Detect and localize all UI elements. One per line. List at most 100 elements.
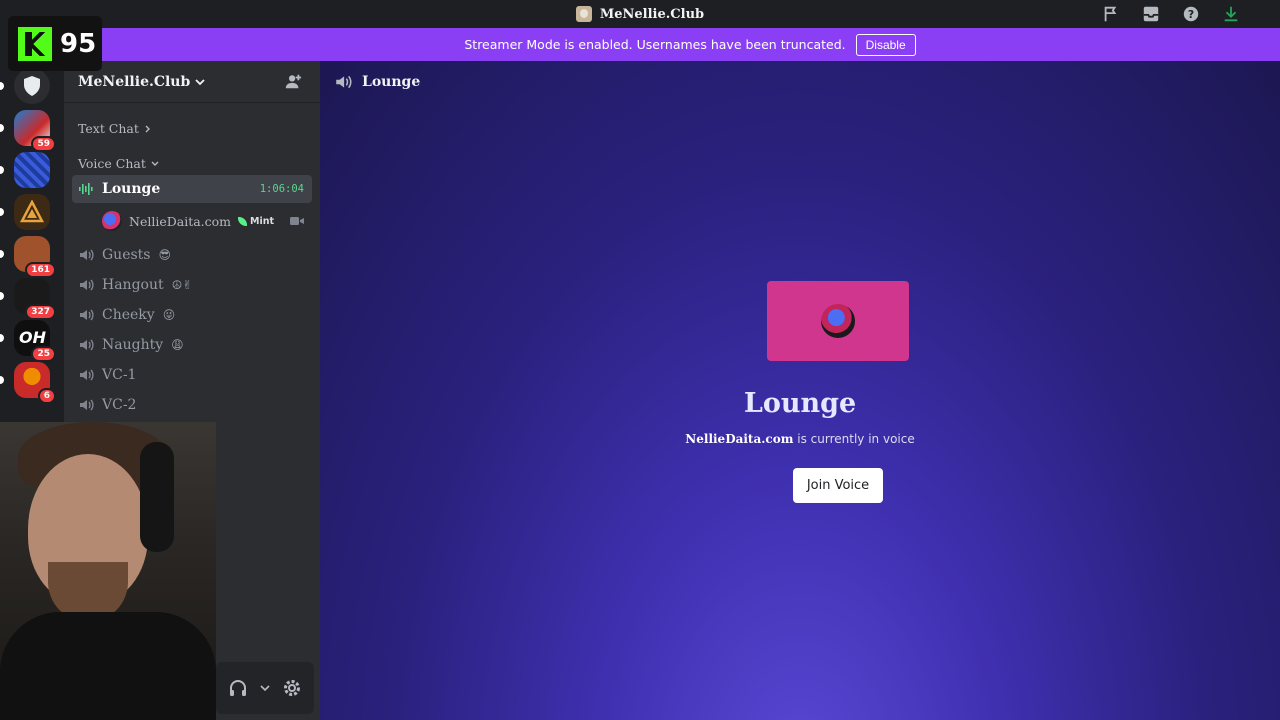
channel-name: VC-1 [102, 367, 137, 383]
voice-participant[interactable]: NellieDaita.com Mint [102, 209, 312, 233]
voice-channel[interactable]: Naughty 😩 [72, 331, 312, 359]
server-icon[interactable]: 161 [0, 236, 56, 278]
streamer-webcam [0, 422, 216, 720]
download-icon[interactable] [1222, 5, 1240, 23]
unread-indicator [0, 250, 4, 258]
server-name: MeNellie.Club [78, 73, 191, 90]
server-icon[interactable] [0, 68, 50, 104]
help-icon[interactable]: ? [1182, 5, 1200, 23]
chevron-right-icon [145, 125, 150, 132]
status-user: NellieDaita.com [685, 432, 794, 446]
voice-channel-lounge[interactable]: Lounge 1:06:04 [72, 175, 312, 203]
unread-indicator [0, 208, 4, 216]
channel-emoji: ☮✌ [171, 278, 193, 292]
speaker-icon [80, 309, 94, 321]
inbox-icon[interactable] [1142, 5, 1160, 23]
call-timer: 1:06:04 [259, 183, 304, 195]
channel-header: Lounge [320, 61, 1280, 103]
participant-card[interactable] [767, 281, 909, 361]
channel-name: Naughty [102, 337, 164, 353]
window-title: MeNellie.Club [0, 0, 1280, 28]
server-icon[interactable]: OH 25 [0, 320, 56, 362]
server-icon[interactable]: 327 [0, 278, 56, 320]
channel-name: VC-2 [102, 397, 137, 413]
shield-icon [24, 76, 40, 96]
channel-name: Guests [102, 247, 151, 263]
mention-badge: 59 [31, 136, 56, 152]
avatar [819, 302, 857, 340]
voice-channel[interactable]: Guests 😎 [72, 241, 312, 269]
gear-icon[interactable] [282, 678, 302, 698]
avatar [102, 211, 122, 231]
kick-viewer-overlay: 95 [8, 16, 102, 71]
user-panel [216, 662, 314, 714]
server-header[interactable]: MeNellie.Club [64, 61, 320, 103]
server-icon[interactable]: 6 [0, 362, 56, 404]
voice-channel[interactable]: VC-2 [72, 391, 312, 419]
unread-indicator [0, 124, 4, 132]
user-tag-label: Mint [250, 215, 275, 227]
participant-name: NellieDaita.com [129, 213, 232, 229]
category-text-chat[interactable]: Text Chat [78, 121, 152, 136]
server-icon[interactable] [0, 194, 50, 230]
mention-badge: 161 [25, 262, 56, 278]
headphones-icon [140, 442, 174, 552]
title-bar: MeNellie.Club ? [0, 0, 1280, 28]
invite-people-icon[interactable] [284, 73, 302, 91]
unread-indicator [0, 82, 4, 90]
triangle-logo-icon [20, 200, 44, 223]
headphones-icon[interactable] [228, 678, 248, 698]
mention-badge: 25 [31, 346, 56, 362]
server-icon[interactable]: 59 [0, 110, 56, 152]
unread-indicator [0, 376, 4, 384]
unread-indicator [0, 334, 4, 342]
window-title-text: MeNellie.Club [599, 6, 705, 22]
voice-channel-name: Lounge [743, 388, 857, 419]
channel-emoji: 😜 [162, 308, 176, 322]
voice-status: NellieDaita.com is currently in voice [320, 432, 1280, 446]
voice-channel[interactable]: Hangout ☮✌ [72, 271, 312, 299]
unread-indicator [0, 166, 4, 174]
banner-message: Streamer Mode is enabled. Usernames have… [464, 37, 846, 52]
status-text: is currently in voice [793, 432, 915, 446]
svg-text:OH: OH [19, 328, 46, 346]
chevron-down-icon[interactable] [260, 683, 270, 693]
viewer-count: 95 [60, 28, 97, 59]
channel-emoji: 😩 [171, 338, 184, 352]
disable-streamer-mode-button[interactable]: Disable [855, 33, 916, 56]
webcam-body [0, 612, 216, 720]
channel-name: Lounge [102, 181, 161, 197]
speaker-icon [80, 399, 94, 411]
server-avatar-icon [575, 6, 592, 22]
speaker-icon [80, 249, 94, 261]
mention-badge: 327 [25, 304, 56, 320]
channel-name: Hangout [102, 277, 164, 293]
join-voice-button[interactable]: Join Voice [793, 468, 883, 503]
voice-channel-view: Lounge Lounge NellieDaita.com is current… [320, 61, 1280, 720]
svg-text:?: ? [1188, 8, 1194, 21]
chevron-down-icon [195, 78, 205, 85]
channel-name: Cheeky [102, 307, 155, 323]
user-tag: Mint [238, 215, 275, 227]
oh-logo-icon: OH [19, 328, 46, 346]
category-label: Text Chat [78, 121, 139, 136]
server-icon[interactable] [0, 152, 50, 188]
category-label: Voice Chat [78, 156, 146, 171]
voice-channel[interactable]: Cheeky 😜 [72, 301, 312, 329]
video-camera-icon [290, 217, 304, 225]
unread-indicator [0, 292, 4, 300]
speaker-icon [80, 339, 94, 351]
speaker-icon [336, 75, 352, 89]
speaker-icon [80, 369, 94, 381]
chevron-down-icon [151, 161, 159, 166]
streamer-mode-banner: Streamer Mode is enabled. Usernames have… [100, 28, 1280, 61]
channel-title: Lounge [362, 74, 421, 90]
speaker-icon [80, 279, 94, 291]
discord-window: MeNellie.Club ? Streamer Mode is enabled… [0, 0, 1280, 720]
mention-badge: 6 [37, 388, 56, 404]
voice-activity-icon [79, 183, 93, 195]
category-voice-chat[interactable]: Voice Chat [78, 156, 159, 171]
kick-logo-icon [18, 26, 52, 61]
flag-icon[interactable] [1102, 5, 1120, 23]
voice-channel[interactable]: VC-1 [72, 361, 312, 389]
